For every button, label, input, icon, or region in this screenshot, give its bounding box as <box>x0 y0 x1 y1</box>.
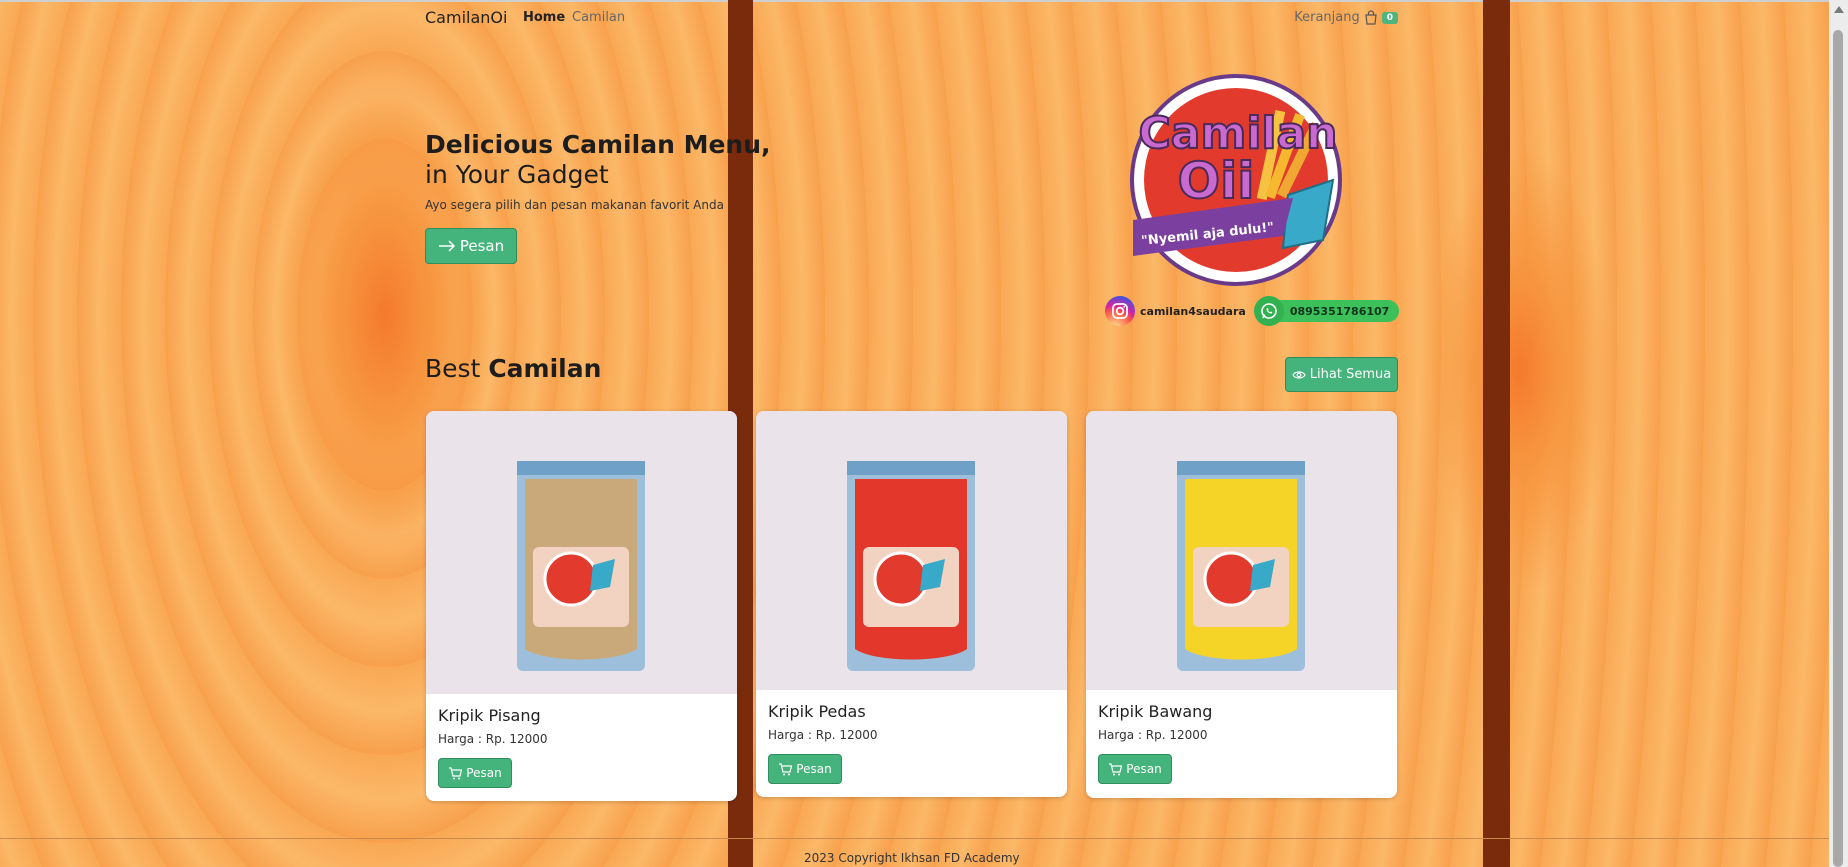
hero-subtitle: in Your Gadget <box>425 160 609 189</box>
see-all-button[interactable]: Lihat Semua <box>1285 357 1398 392</box>
product-price: Harga : Rp. 12000 <box>1098 728 1208 742</box>
product-card: Kripik Pedas Harga : Rp. 12000 Pesan <box>756 411 1067 797</box>
product-card: Kripik Bawang Harga : Rp. 12000 Pesan <box>1086 411 1397 798</box>
cart-icon <box>779 762 793 775</box>
cart-label: Keranjang <box>1294 10 1360 25</box>
cart-count-badge: 0 <box>1381 11 1398 24</box>
social-links: camilan4saudara 0895351786107 <box>1105 296 1400 326</box>
hero-order-button[interactable]: Pesan <box>425 228 517 264</box>
snack-bag-image <box>847 461 975 671</box>
navbar: CamilanOi Home Camilan Keranjang 0 <box>425 8 1398 28</box>
section-title-light: Best <box>425 354 481 383</box>
product-price: Harga : Rp. 12000 <box>768 728 878 742</box>
product-image <box>756 411 1067 690</box>
product-image <box>426 411 737 694</box>
instagram-handle: camilan4saudara <box>1140 304 1246 318</box>
browser-top-edge <box>0 0 1829 2</box>
instagram-icon <box>1105 296 1135 326</box>
instagram-link[interactable]: camilan4saudara <box>1105 296 1246 326</box>
product-image <box>1086 411 1397 690</box>
product-order-button[interactable]: Pesan <box>438 758 512 788</box>
vertical-scrollbar[interactable] <box>1829 0 1848 867</box>
product-order-button[interactable]: Pesan <box>768 754 842 784</box>
eye-icon <box>1292 370 1306 379</box>
footer-divider <box>0 838 1829 839</box>
section-title: Best Camilan <box>425 354 601 383</box>
product-price: Harga : Rp. 12000 <box>438 732 548 746</box>
brand-link[interactable]: CamilanOi <box>425 8 507 27</box>
product-name: Kripik Pedas <box>768 702 866 721</box>
snack-bag-image <box>517 461 645 671</box>
hero-order-label: Pesan <box>459 237 505 255</box>
cart-icon <box>449 766 463 779</box>
whatsapp-number: 0895351786107 <box>1289 304 1390 318</box>
hero-description: Ayo segera pilih dan pesan makanan favor… <box>425 198 724 212</box>
cart-icon <box>1109 762 1123 775</box>
product-order-button[interactable]: Pesan <box>1098 754 1172 784</box>
footer-copyright: 2023 Copyright Ikhsan FD Academy <box>804 851 1020 865</box>
whatsapp-link[interactable]: 0895351786107 <box>1253 296 1400 326</box>
product-name: Kripik Bawang <box>1098 702 1213 721</box>
see-all-label: Lihat Semua <box>1309 367 1392 382</box>
shopping-bag-icon <box>1365 10 1377 25</box>
snack-bag-image <box>1177 461 1305 671</box>
cart-link[interactable]: Keranjang 0 <box>1294 10 1398 25</box>
product-card: Kripik Pisang Harga : Rp. 12000 Pesan <box>426 411 737 801</box>
decorative-bar-right <box>1483 0 1510 867</box>
product-order-label: Pesan <box>1126 762 1162 776</box>
product-order-label: Pesan <box>796 762 832 776</box>
whatsapp-icon <box>1253 296 1284 326</box>
scrollbar-thumb[interactable] <box>1833 30 1843 867</box>
section-title-bold: Camilan <box>488 354 602 383</box>
nav-home-link[interactable]: Home <box>523 10 565 25</box>
hero-title: Delicious Camilan Menu, <box>425 130 771 159</box>
product-name: Kripik Pisang <box>438 706 541 725</box>
product-order-label: Pesan <box>466 766 502 780</box>
arrow-right-icon <box>438 240 455 252</box>
svg-text:Oii: Oii <box>1178 152 1255 210</box>
nav-camilan-link[interactable]: Camilan <box>572 10 625 25</box>
scroll-up-arrow[interactable] <box>1834 6 1844 13</box>
camilan-oii-logo: Camilan Oii "Nyemil aja dulu!" <box>1098 70 1378 290</box>
